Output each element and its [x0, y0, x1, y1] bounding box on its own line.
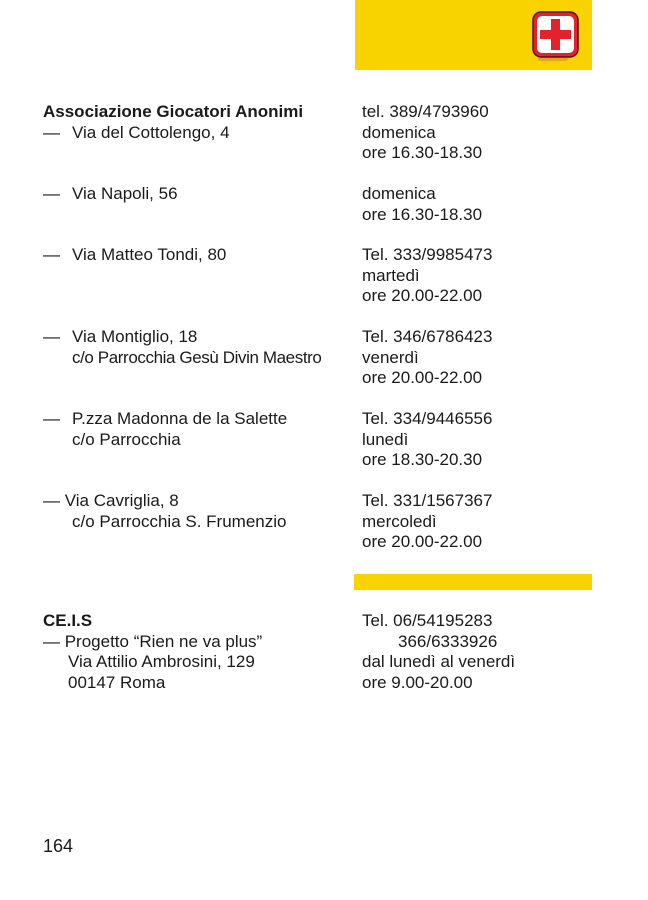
address: Via Matteo Tondi, 80: [72, 245, 227, 264]
phone: Tel. 06/54195283: [362, 611, 493, 630]
day: mercoledì: [362, 511, 437, 531]
dash: —: [43, 122, 60, 142]
day: domenica: [362, 122, 436, 142]
phone: Tel. 331/1567367: [362, 491, 493, 510]
days: dal lunedì al venerdì: [362, 652, 516, 671]
first-aid-box-icon: [532, 11, 579, 61]
day: lunedì: [362, 429, 409, 449]
phone: Tel. 346/6786423: [362, 327, 493, 346]
hours: ore 18.30-20.30: [362, 450, 483, 469]
hours: ore 20.00-22.00: [362, 532, 483, 551]
phone: Tel. 333/9985473: [362, 245, 493, 264]
location-note: c/o Parrocchia S. Frumenzio: [72, 511, 287, 531]
day: venerdì: [362, 347, 419, 367]
address: Via Montiglio, 18: [72, 327, 198, 346]
dash: —: [43, 184, 60, 203]
day: martedì: [362, 265, 420, 285]
organization-name: Associazione Giocatori Anonimi: [43, 102, 304, 121]
hours: ore 20.00-22.00: [362, 286, 483, 305]
hours: ore 9.00-20.00: [362, 672, 473, 692]
location-note: c/o Parrocchia Gesù Divin Maestro: [72, 347, 322, 367]
address: Via del Cottolengo, 4: [72, 122, 230, 142]
page-number: 164: [43, 836, 74, 856]
hours: ore 16.30-18.30: [362, 204, 483, 224]
address: — Via Cavriglia, 8: [43, 491, 179, 510]
project-name: — Progetto “Rien ne va plus”: [43, 631, 263, 651]
phone: Tel. 334/9446556: [362, 409, 493, 428]
location-note: c/o Parrocchia: [72, 429, 181, 449]
section-divider-strip: [354, 574, 592, 590]
address: Via Napoli, 56: [72, 184, 178, 203]
address: Via Attilio Ambrosini, 129: [68, 652, 255, 671]
postal-code-city: 00147 Roma: [68, 672, 166, 692]
phone-secondary: 366/6333926: [398, 631, 498, 651]
address: P.zza Madonna de la Salette: [72, 409, 288, 428]
dash: —: [43, 409, 60, 428]
hours: ore 20.00-22.00: [362, 368, 483, 387]
organization-name: CE.I.S: [43, 611, 93, 630]
day: domenica: [362, 184, 436, 203]
phone: tel. 389/4793960: [362, 102, 489, 121]
dash: —: [43, 327, 60, 346]
dash: —: [43, 245, 60, 264]
hours: ore 16.30-18.30: [362, 143, 483, 162]
